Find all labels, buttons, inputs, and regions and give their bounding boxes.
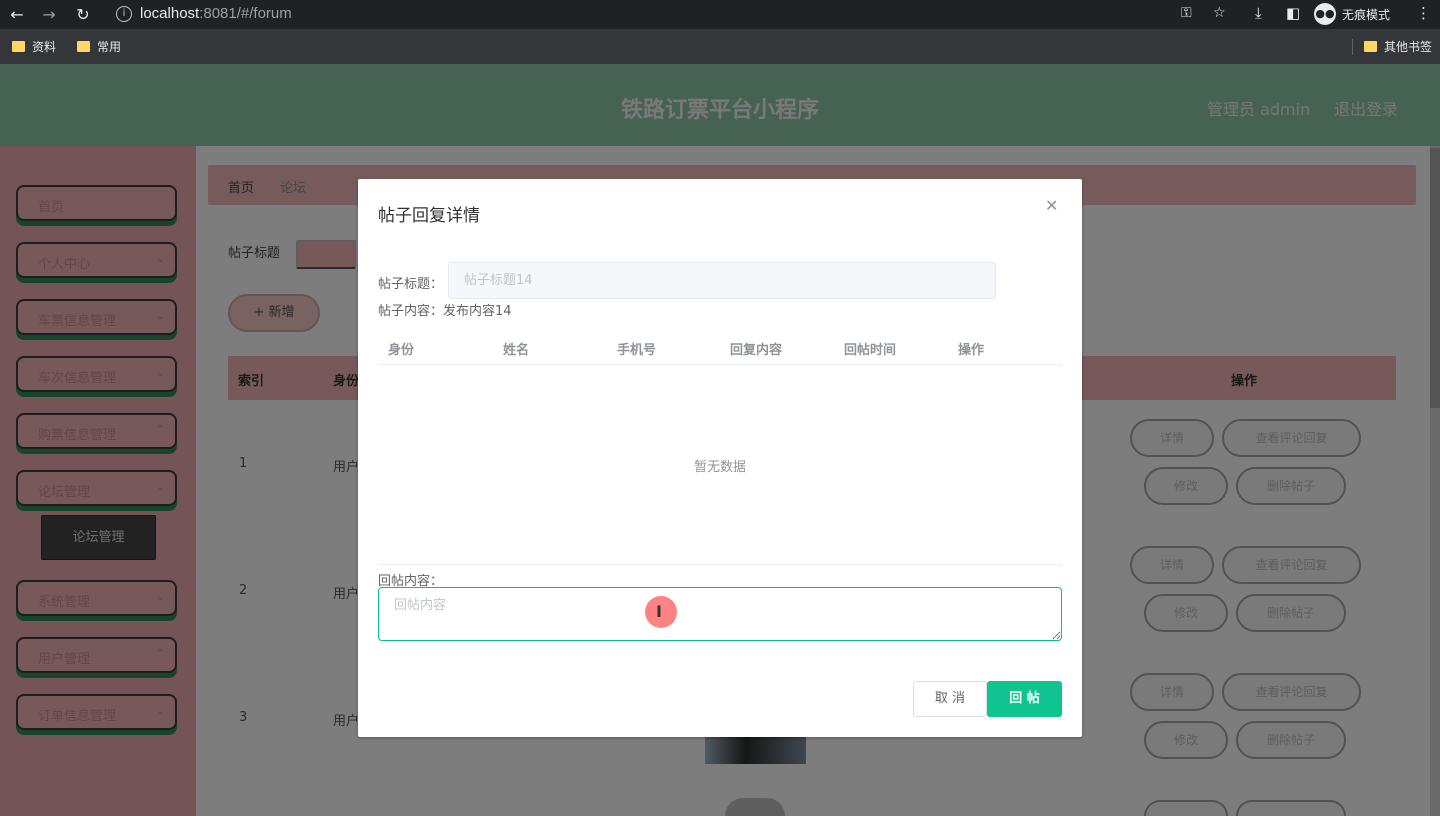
reply-table-body: 暂无数据 [378, 365, 1062, 565]
key-icon[interactable]: ⚿ [1181, 5, 1192, 21]
reply-table-header: 身份 姓名 手机号 回复内容 回帖时间 操作 [378, 327, 1062, 365]
reply-textarea[interactable] [378, 587, 1062, 641]
post-content-label: 帖子内容： [378, 304, 444, 319]
cancel-button[interactable]: 取 消 [913, 681, 987, 717]
post-content-value: 发布内容14 [443, 304, 512, 319]
bookmarks-bar: 资料 常用 其他书签 [0, 29, 1440, 64]
browser-toolbar: ← → ↻ i localhost:8081/#/forum ⚿ ☆ ⤓ ◧ ●… [0, 0, 1440, 29]
back-icon[interactable]: ← [6, 4, 28, 26]
bookmark-folder[interactable]: 资料 [12, 38, 56, 55]
reply-submit-button[interactable]: 回 帖 [987, 681, 1062, 717]
post-title-input: 帖子标题14 [448, 262, 996, 299]
text-cursor-icon: I [656, 602, 662, 621]
other-bookmarks[interactable]: 其他书签 [1364, 38, 1432, 55]
empty-text: 暂无数据 [693, 460, 746, 475]
forward-icon[interactable]: → [38, 4, 60, 26]
site-info-icon[interactable]: i [116, 6, 132, 22]
star-icon[interactable]: ☆ [1213, 5, 1226, 21]
close-icon[interactable]: ✕ [1045, 196, 1058, 215]
column-header-reply-time: 回帖时间 [844, 343, 897, 358]
menu-icon[interactable]: ⋮ [1416, 4, 1431, 22]
bookmark-separator [1352, 39, 1353, 55]
bookmark-label: 常用 [97, 40, 122, 54]
bookmark-folder[interactable]: 常用 [77, 38, 121, 55]
incognito-indicator[interactable]: ●● 无痕模式 [1314, 3, 1390, 25]
download-icon[interactable]: ⤓ [1255, 4, 1262, 22]
dialog-title: 帖子回复详情 [378, 206, 480, 226]
bookmark-label: 其他书签 [1384, 40, 1433, 54]
column-header-phone: 手机号 [617, 343, 657, 358]
sidepanel-icon[interactable]: ◧ [1286, 4, 1300, 22]
incognito-icon: ●● [1314, 3, 1336, 25]
reload-icon[interactable]: ↻ [72, 4, 94, 26]
reply-detail-dialog: 帖子回复详情 ✕ 帖子标题： 帖子标题14 帖子内容：发布内容14 身份 姓名 … [358, 179, 1082, 737]
post-content: 帖子内容：发布内容14 [378, 300, 512, 319]
incognito-label: 无痕模式 [1342, 7, 1391, 22]
post-title-label: 帖子标题： [378, 277, 444, 292]
folder-icon [77, 41, 90, 52]
folder-icon [1364, 41, 1377, 52]
column-header-ops: 操作 [958, 343, 985, 358]
column-header-name: 姓名 [503, 343, 530, 358]
bookmark-label: 资料 [32, 40, 57, 54]
url-text: localhost:8081/#/forum [140, 5, 292, 22]
address-bar[interactable]: i localhost:8081/#/forum ⚿ ☆ [106, 2, 1242, 27]
column-header-identity: 身份 [388, 343, 415, 358]
column-header-reply-content: 回复内容 [730, 343, 783, 358]
folder-icon [12, 41, 25, 52]
